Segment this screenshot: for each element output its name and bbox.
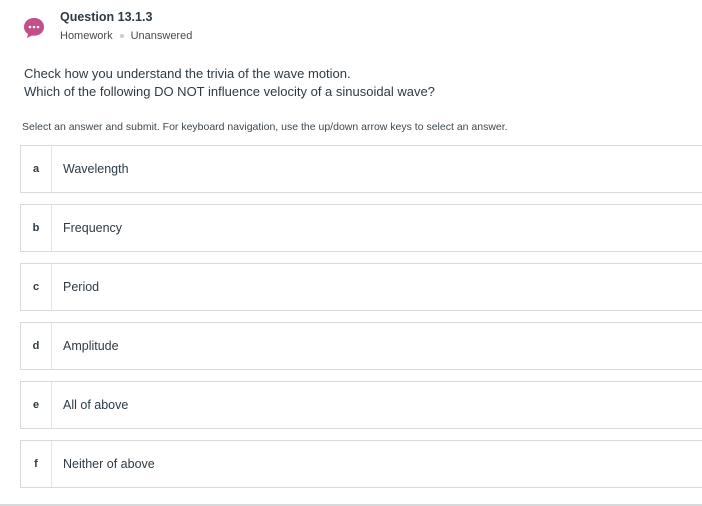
answer-letter: b <box>21 205 52 251</box>
question-status: Unanswered <box>130 30 193 42</box>
answer-option-d[interactable]: d Amplitude <box>20 322 702 370</box>
question-title: Question 13.1.3 <box>60 10 153 24</box>
answer-text: Neither of above <box>63 457 155 471</box>
answer-option-c[interactable]: c Period <box>20 263 702 311</box>
question-page: Question 13.1.3 Homework Unanswered Chec… <box>0 0 702 506</box>
answer-list: a Wavelength b Frequency c Period d Ampl… <box>20 145 702 499</box>
answer-option-a[interactable]: a Wavelength <box>20 145 702 193</box>
answer-instructions: Select an answer and submit. For keyboar… <box>22 121 508 133</box>
answer-text: All of above <box>63 398 129 412</box>
question-type: Homework <box>60 30 113 42</box>
answer-letter: a <box>21 146 52 192</box>
question-meta: Homework Unanswered <box>60 30 192 42</box>
prompt-line-2: Which of the following DO NOT influence … <box>24 84 435 99</box>
chat-bubble-icon <box>22 16 46 40</box>
answer-text: Frequency <box>63 221 123 235</box>
answer-letter: c <box>21 264 52 310</box>
question-header: Question 13.1.3 Homework Unanswered <box>20 8 700 48</box>
answer-option-e[interactable]: e All of above <box>20 381 702 429</box>
answer-text: Wavelength <box>63 162 129 176</box>
answer-option-f[interactable]: f Neither of above <box>20 440 702 488</box>
prompt-line-1: Check how you understand the trivia of t… <box>24 66 351 81</box>
separator-dot <box>119 34 124 38</box>
answer-option-b[interactable]: b Frequency <box>20 204 702 252</box>
question-prompt: Check how you understand the trivia of t… <box>24 65 435 101</box>
answer-text: Period <box>63 280 100 294</box>
answer-letter: d <box>21 323 52 369</box>
answer-letter: f <box>21 441 52 487</box>
answer-letter: e <box>21 382 52 428</box>
answer-text: Amplitude <box>63 339 119 353</box>
